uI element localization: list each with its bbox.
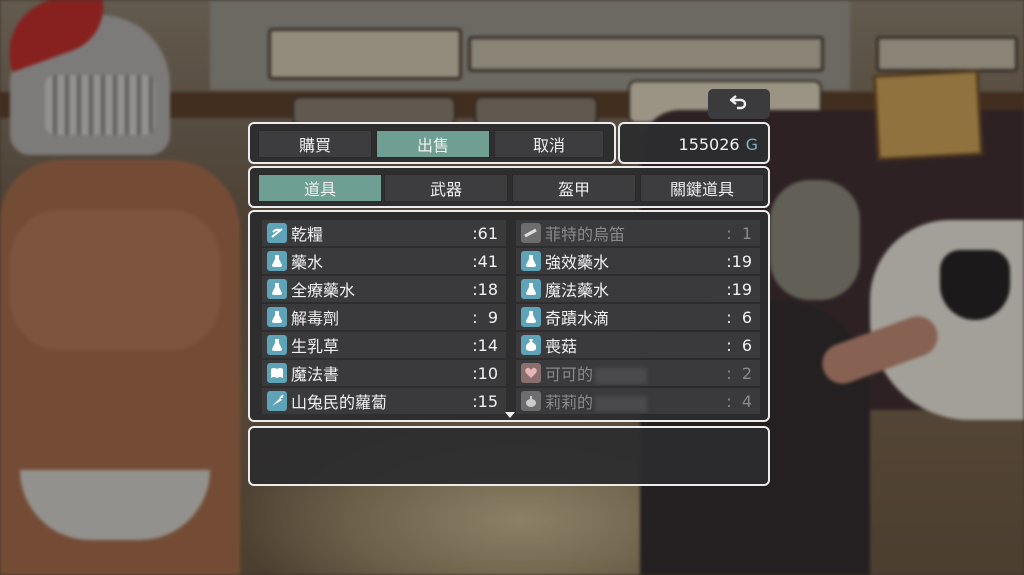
item-name: 乾糧: [291, 225, 324, 244]
item-name: 奇蹟水滴: [545, 309, 610, 328]
gold-unit: G: [745, 134, 758, 154]
item-name: 全療藥水: [291, 281, 356, 300]
item-qty: : 1: [726, 223, 752, 243]
list-item[interactable]: 全療藥水 :18: [262, 276, 506, 302]
potion-icon: [521, 307, 541, 327]
list-item[interactable]: 乾糧 :61: [262, 220, 506, 246]
gold-panel: 155026 G: [618, 122, 770, 164]
item-qty: :18: [472, 279, 498, 299]
list-item[interactable]: 莉莉的 : 4: [516, 388, 760, 414]
tab-cancel[interactable]: 取消: [494, 130, 604, 158]
item-qty: :15: [472, 391, 498, 411]
list-item[interactable]: 強效藥水 :19: [516, 248, 760, 274]
item-name: 菲特的烏笛: [545, 225, 626, 244]
item-name: 強效藥水: [545, 253, 610, 272]
category-items[interactable]: 道具: [258, 174, 382, 202]
potion-icon: [267, 251, 287, 271]
item-qty: :19: [726, 251, 752, 271]
item-name: 可可的: [545, 361, 726, 385]
potion-icon: [521, 279, 541, 299]
category-weapons[interactable]: 武器: [384, 174, 508, 202]
tab-buy[interactable]: 購買: [258, 130, 372, 158]
list-item[interactable]: 可可的 : 2: [516, 360, 760, 386]
item-qty: : 2: [726, 363, 752, 383]
item-name: 生乳草: [291, 337, 340, 356]
description-panel: [248, 426, 770, 486]
tab-sell[interactable]: 出售: [376, 130, 490, 158]
item-name: 山兔民的蘿蔔: [291, 393, 388, 412]
list-item[interactable]: 魔法藥水 :19: [516, 276, 760, 302]
list-item[interactable]: 菲特的烏笛 : 1: [516, 220, 760, 246]
item-name: 魔法藥水: [545, 281, 610, 300]
item-qty: : 9: [472, 307, 498, 327]
back-button[interactable]: [708, 89, 770, 119]
potion-icon: [267, 279, 287, 299]
category-key-items[interactable]: 關鍵道具: [640, 174, 764, 202]
book-icon: [267, 363, 287, 383]
censor-blur: [595, 367, 648, 384]
list-item[interactable]: 喪菇 : 6: [516, 332, 760, 358]
category-armor[interactable]: 盔甲: [512, 174, 636, 202]
list-item[interactable]: 解毒劑 : 9: [262, 304, 506, 330]
mode-tab-bar: 購買 出售 取消: [248, 122, 616, 164]
potion-icon: [267, 307, 287, 327]
item-qty: : 6: [726, 335, 752, 355]
list-item[interactable]: 生乳草 :14: [262, 332, 506, 358]
list-item[interactable]: 山兔民的蘿蔔 :15: [262, 388, 506, 414]
flute-icon: [521, 223, 541, 243]
potion-icon: [521, 251, 541, 271]
scroll-down-indicator[interactable]: [505, 412, 515, 418]
carrot-icon: [267, 391, 287, 411]
heart-icon: [521, 363, 541, 383]
item-qty: :61: [472, 223, 498, 243]
item-name: 莉莉的: [545, 389, 726, 413]
item-qty: :41: [472, 251, 498, 271]
list-item[interactable]: 奇蹟水滴 : 6: [516, 304, 760, 330]
gold-amount: 155026: [678, 134, 740, 154]
item-list-panel: 乾糧 :61 藥水 :41 全療藥水 :18 解毒劑 : 9 生乳草 :14 魔…: [248, 210, 770, 422]
bag-icon: [521, 335, 541, 355]
bread-icon: [267, 223, 287, 243]
item-qty: :10: [472, 363, 498, 383]
item-name: 解毒劑: [291, 309, 340, 328]
item-name: 喪菇: [545, 337, 578, 356]
potion-icon: [267, 335, 287, 355]
item-qty: : 4: [726, 391, 752, 411]
gold-display: 155026 G: [679, 124, 758, 164]
item-qty: : 6: [726, 307, 752, 327]
teapot-icon: [521, 391, 541, 411]
list-item[interactable]: 藥水 :41: [262, 248, 506, 274]
item-name: 藥水: [291, 253, 324, 272]
item-name: 魔法書: [291, 365, 340, 384]
item-qty: :14: [472, 335, 498, 355]
list-item[interactable]: 魔法書 :10: [262, 360, 506, 386]
item-qty: :19: [726, 279, 752, 299]
return-arrow-icon: [729, 94, 749, 114]
censor-blur: [595, 395, 648, 412]
category-tab-bar: 道具 武器 盔甲 關鍵道具: [248, 166, 770, 208]
